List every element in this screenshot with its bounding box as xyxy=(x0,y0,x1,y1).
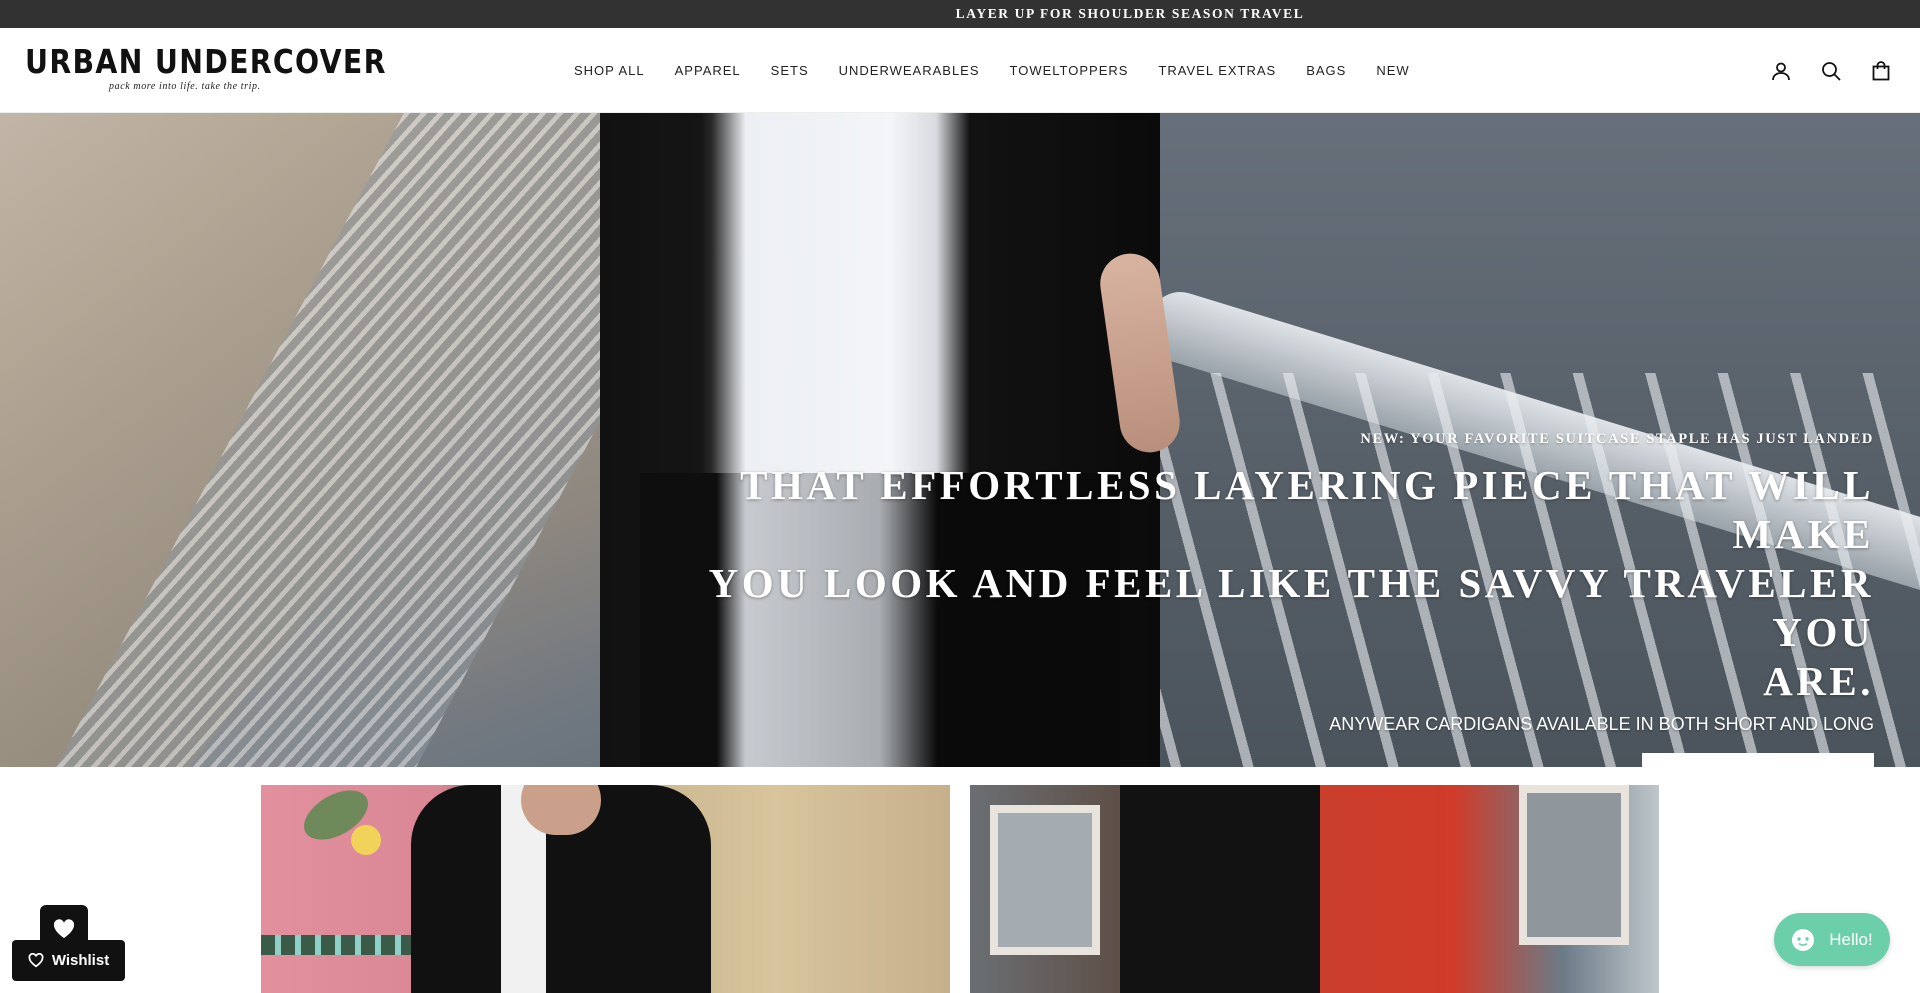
cart-icon[interactable] xyxy=(1870,60,1892,82)
search-icon[interactable] xyxy=(1820,60,1842,82)
hero-copy: NEW: YOUR FAVORITE SUITCASE STAPLE HAS J… xyxy=(674,431,1874,767)
heart-outline-icon xyxy=(28,953,44,968)
nav-item-apparel[interactable]: APPAREL xyxy=(675,63,741,78)
account-icon[interactable] xyxy=(1770,60,1792,82)
nav-item-toweltoppers[interactable]: TOWELTOPPERS xyxy=(1010,63,1129,78)
hero-title-line: THAT EFFORTLESS LAYERING PIECE THAT WILL… xyxy=(740,462,1874,557)
shop-cardigans-button[interactable]: SHOP CARDIGANS NOW xyxy=(1641,753,1874,767)
logo-text: URBAN UNDERCOVER xyxy=(25,42,387,81)
collection-card-right[interactable] xyxy=(970,785,1659,993)
chat-face-icon xyxy=(1792,928,1815,951)
logo-tagline: pack more into life. take the trip. xyxy=(109,81,261,92)
wishlist-button[interactable]: Wishlist xyxy=(12,940,125,981)
card-image-model xyxy=(1120,785,1320,993)
card-image-window xyxy=(1519,785,1629,945)
collection-cards xyxy=(261,785,1659,993)
card-image-pattern xyxy=(261,935,431,955)
chat-widget-button[interactable]: Hello! xyxy=(1774,913,1890,966)
hero-title-line: YOU LOOK AND FEEL LIKE THE SAVVY TRAVELE… xyxy=(708,560,1874,655)
card-image-flower xyxy=(351,825,381,855)
nav-item-shop-all[interactable]: SHOP ALL xyxy=(574,63,645,78)
announcement-bar: LAYER UP FOR SHOULDER SEASON TRAVEL xyxy=(0,0,1920,28)
heart-icon xyxy=(53,919,75,938)
site-header: URBAN UNDERCOVER pack more into life. ta… xyxy=(0,28,1920,113)
nav-item-underwearables[interactable]: UNDERWEARABLES xyxy=(839,63,980,78)
nav-item-sets[interactable]: SETS xyxy=(771,63,809,78)
hero-kicker: NEW: YOUR FAVORITE SUITCASE STAPLE HAS J… xyxy=(1360,431,1874,447)
main-nav: SHOP ALL APPAREL SETS UNDERWEARABLES TOW… xyxy=(574,28,1440,113)
nav-item-new[interactable]: NEW xyxy=(1376,63,1409,78)
card-image-window xyxy=(990,805,1100,955)
hero-title-line: ARE. xyxy=(1763,658,1874,704)
announcement-text: LAYER UP FOR SHOULDER SEASON TRAVEL xyxy=(955,6,1305,21)
hero-banner: NEW: YOUR FAVORITE SUITCASE STAPLE HAS J… xyxy=(0,113,1920,767)
hero-subtitle: ANYWEAR CARDIGANS AVAILABLE IN BOTH SHOR… xyxy=(1329,714,1874,734)
nav-item-travel-extras[interactable]: TRAVEL EXTRAS xyxy=(1158,63,1276,78)
collection-card-left[interactable] xyxy=(261,785,950,993)
hero-title: THAT EFFORTLESS LAYERING PIECE THAT WILL… xyxy=(674,461,1874,706)
nav-item-bags[interactable]: BAGS xyxy=(1306,63,1346,78)
chat-label: Hello! xyxy=(1829,929,1873,949)
site-logo[interactable]: URBAN UNDERCOVER pack more into life. ta… xyxy=(25,42,387,92)
header-icons xyxy=(1770,28,1892,113)
wishlist-label: Wishlist xyxy=(51,952,110,969)
